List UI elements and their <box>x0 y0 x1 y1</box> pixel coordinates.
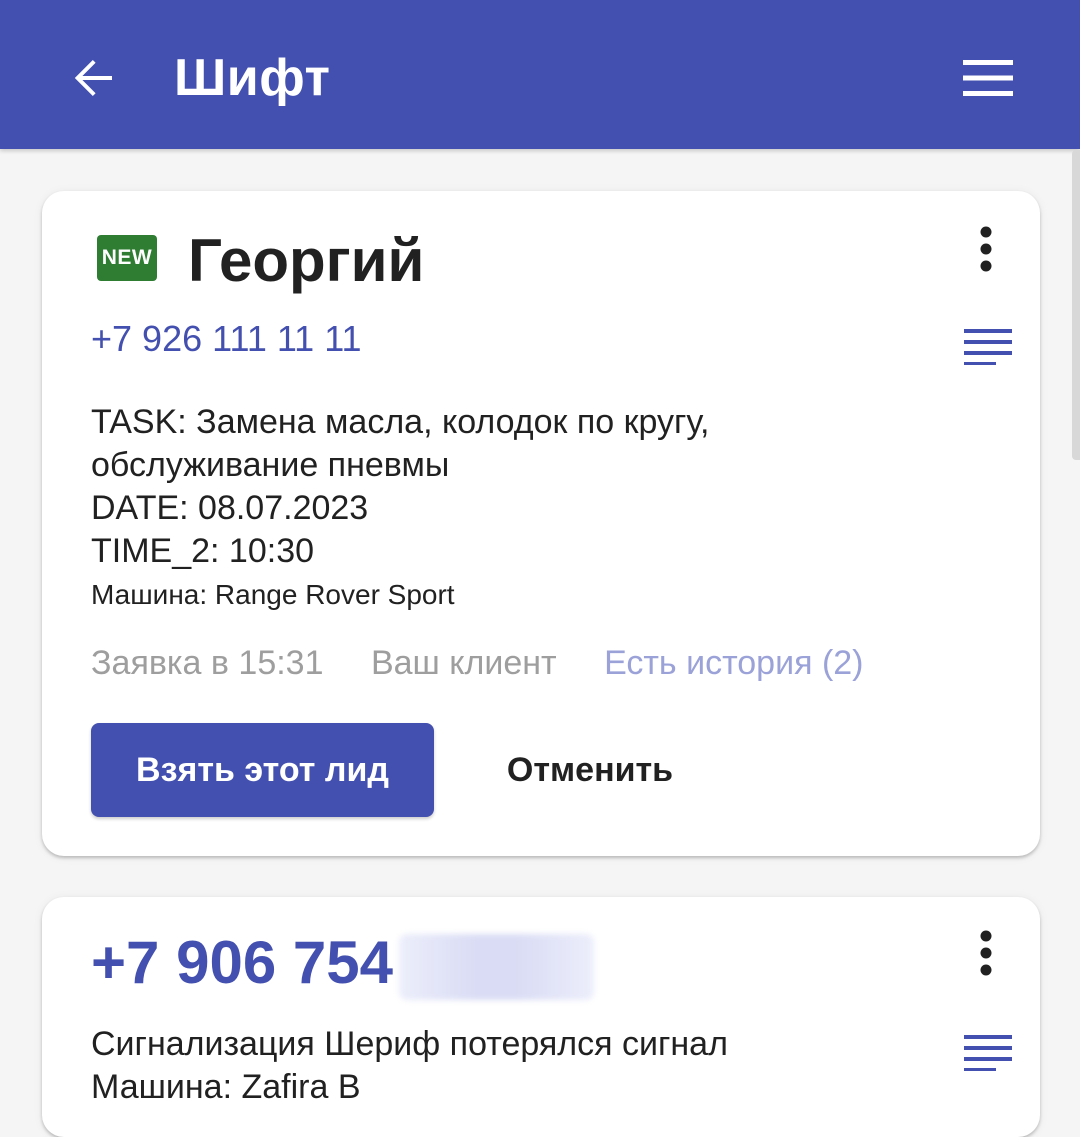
take-lead-button[interactable]: Взять этот лид <box>91 723 434 817</box>
lead-meta: Заявка в 15:31 Ваш клиент Есть история (… <box>91 641 902 685</box>
more-vert-icon <box>980 930 992 976</box>
more-vert-icon <box>980 226 992 272</box>
date-line: DATE: 08.07.2023 <box>91 489 369 527</box>
menu-button[interactable] <box>950 46 1026 110</box>
app-bar: Шифт <box>0 0 1080 149</box>
more-options-button[interactable] <box>962 925 1010 981</box>
history-link[interactable]: Есть история (2) <box>604 644 863 682</box>
car-info: Машина: Zafira B <box>91 1068 361 1106</box>
lead-card: +7 906 754 Сигнализация Шериф потерялся … <box>42 897 1040 1137</box>
notes-icon[interactable] <box>962 1031 1014 1071</box>
client-label: Ваш клиент <box>370 644 557 682</box>
phone-visible-part: +7 906 754 <box>91 929 393 996</box>
lead-description: TASK: Замена масла, колодок по кругу, об… <box>91 401 971 573</box>
notes-icon[interactable] <box>962 325 1014 365</box>
lead-card: NEW Георгий +7 926 111 11 11 TASK: Замен… <box>42 191 1040 856</box>
contact-phone-large[interactable]: +7 906 754 <box>91 927 594 1001</box>
arrow-back-icon <box>74 60 112 96</box>
car-info: Машина: Range Rover Sport <box>91 579 455 610</box>
contact-phone[interactable]: +7 926 111 11 11 <box>91 317 362 361</box>
more-options-button[interactable] <box>962 221 1010 277</box>
phone-redacted-blur <box>398 934 594 1001</box>
new-badge: NEW <box>97 235 157 281</box>
app-title: Шифт <box>174 49 331 107</box>
task-line-continued: обслуживание пневмы <box>91 446 450 484</box>
lead-description: Сигнализация Шериф потерялся сигнал <box>91 1025 728 1063</box>
scrollbar-thumb[interactable] <box>1072 150 1080 460</box>
cancel-button[interactable]: Отменить <box>472 723 708 817</box>
task-line: TASK: Замена масла, колодок по кругу, <box>91 403 710 441</box>
request-time: Заявка в 15:31 <box>91 644 324 682</box>
time-line: TIME_2: 10:30 <box>91 532 315 570</box>
back-button[interactable] <box>58 46 130 110</box>
contact-name: Георгий <box>188 227 425 294</box>
hamburger-menu-icon <box>963 60 1013 96</box>
